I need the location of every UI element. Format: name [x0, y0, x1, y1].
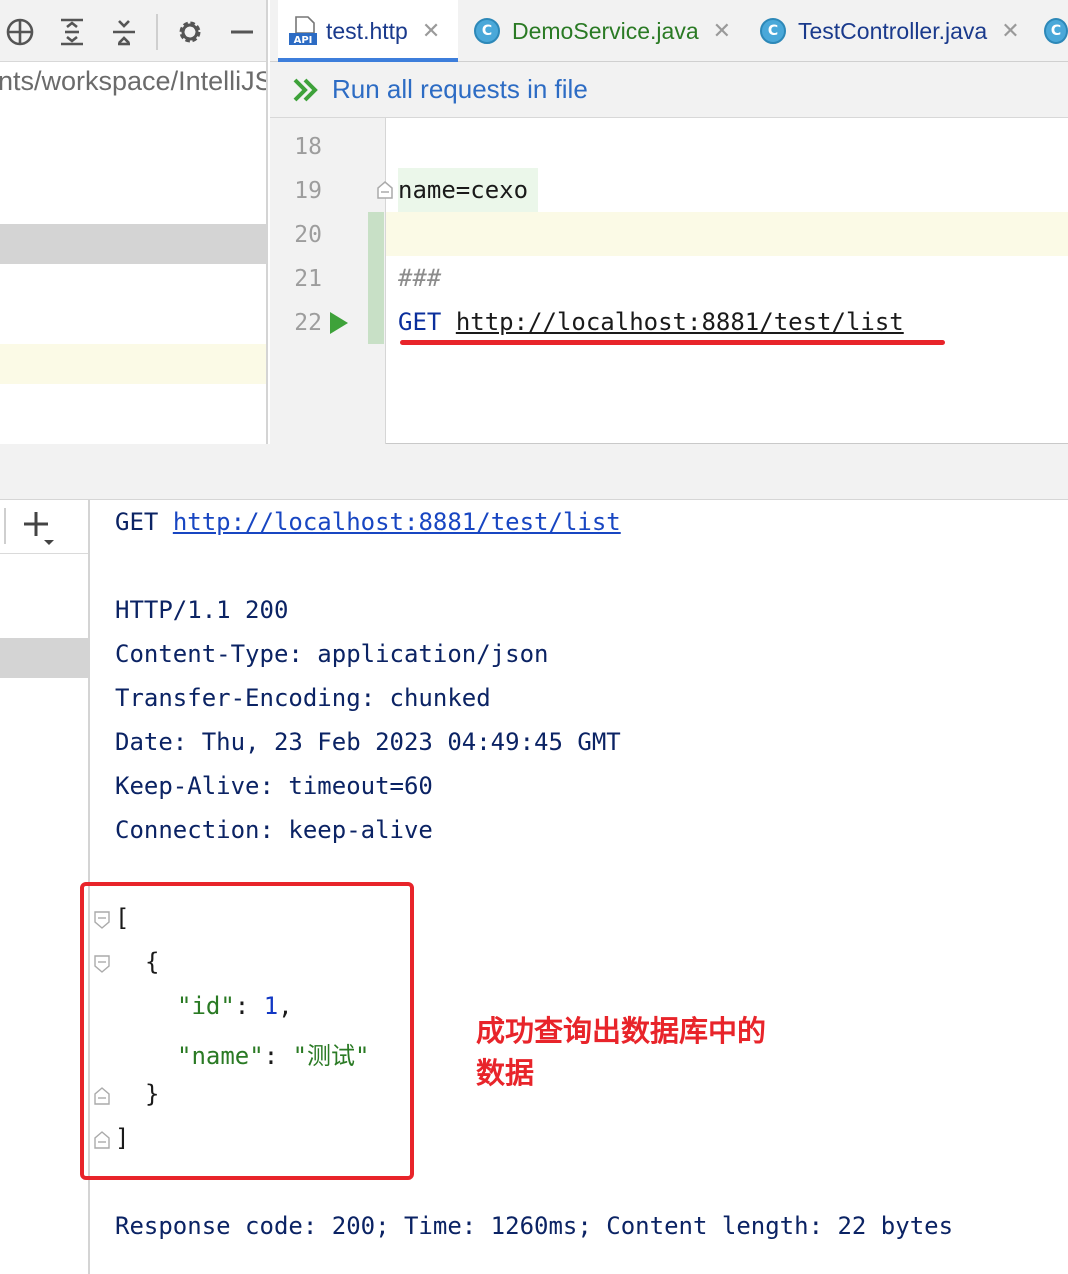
services-tree-panel	[0, 500, 90, 1274]
tab-label: TestController.java	[798, 17, 988, 44]
tab-test-http[interactable]: API test.http ✕	[278, 0, 458, 62]
editor-tab-bar: API test.http ✕ C DemoService.java ✕ C T…	[270, 0, 1068, 62]
collapse-all-icon[interactable]	[106, 14, 142, 50]
run-all-button[interactable]: Run all requests in file	[332, 74, 588, 105]
status-line: HTTP/1.1 200	[115, 596, 289, 624]
services-tool-header	[0, 444, 1068, 500]
response-header: Date: Thu, 23 Feb 2023 04:49:45 GMT	[115, 728, 621, 756]
code-line-19: name=cexo	[398, 176, 529, 204]
fold-icon[interactable]	[376, 180, 394, 205]
project-panel: nts/workspace/IntelliJS	[0, 0, 268, 444]
current-line-highlight	[386, 212, 1068, 256]
services-toolbar	[0, 500, 88, 554]
output-request-line: GET http://localhost:8881/test/list	[115, 508, 621, 536]
tab-testcontroller[interactable]: C TestController.java ✕	[760, 0, 1020, 62]
services-selected-row[interactable]	[0, 638, 88, 678]
annotation-text: 成功查询出数据库中的数据	[476, 1014, 767, 1090]
run-all-bar: Run all requests in file	[270, 62, 1068, 118]
class-icon: C	[760, 18, 786, 44]
response-header: Transfer-Encoding: chunked	[115, 684, 491, 712]
response-summary: Response code: 200; Time: 1260ms; Conten…	[115, 1212, 954, 1240]
class-icon: C	[474, 18, 500, 44]
line-number: 20	[294, 222, 322, 248]
svg-text:API: API	[294, 35, 313, 46]
line-number: 18	[294, 134, 322, 160]
project-tree-selected-row[interactable]	[0, 224, 266, 264]
output-method: GET	[115, 508, 159, 536]
tab-label: DemoService.java	[512, 17, 699, 44]
crosshair-icon[interactable]	[2, 14, 38, 50]
response-header: Content-Type: application/json	[115, 640, 549, 668]
run-request-icon[interactable]	[328, 310, 350, 341]
close-icon[interactable]: ✕	[713, 19, 731, 44]
line-number: 21	[294, 266, 322, 292]
toolbar-separator	[156, 14, 158, 50]
tab-overflow[interactable]: C	[1044, 0, 1068, 62]
response-header: Keep-Alive: timeout=60	[115, 772, 433, 800]
project-path[interactable]: nts/workspace/IntelliJS	[0, 66, 266, 97]
response-header: Connection: keep-alive	[115, 816, 433, 844]
line-number: 22	[294, 310, 322, 336]
code-line-22: GET http://localhost:8881/test/list	[398, 308, 904, 336]
minimize-icon[interactable]	[224, 14, 260, 50]
annotation-underline	[400, 340, 945, 345]
tab-label: test.http	[326, 17, 408, 44]
http-method: GET	[398, 308, 442, 336]
class-icon: C	[1044, 18, 1068, 44]
editor-gutter: 18 19 20 21 22	[270, 118, 393, 444]
close-icon[interactable]: ✕	[422, 19, 440, 44]
expand-all-icon[interactable]	[54, 14, 90, 50]
tab-demoservice[interactable]: C DemoService.java ✕	[474, 0, 731, 62]
output-request-url[interactable]: http://localhost:8881/test/list	[173, 508, 621, 536]
project-toolbar	[0, 0, 266, 62]
add-icon[interactable]	[22, 508, 62, 548]
annotation-box	[80, 882, 414, 1180]
request-url[interactable]: http://localhost:8881/test/list	[456, 308, 904, 336]
code-editor[interactable]: 18 19 20 21 22 name=cexo ### GET http://…	[270, 118, 1068, 444]
close-icon[interactable]: ✕	[1001, 19, 1019, 44]
run-all-icon[interactable]	[292, 77, 320, 103]
toolbar-separator	[4, 508, 6, 544]
project-tree-highlight-row[interactable]	[0, 344, 266, 384]
api-file-icon: API	[288, 15, 318, 47]
vcs-change-marker[interactable]	[368, 212, 384, 344]
line-number: 19	[294, 178, 322, 204]
gear-icon[interactable]	[172, 14, 208, 50]
code-line-21: ###	[398, 264, 442, 292]
